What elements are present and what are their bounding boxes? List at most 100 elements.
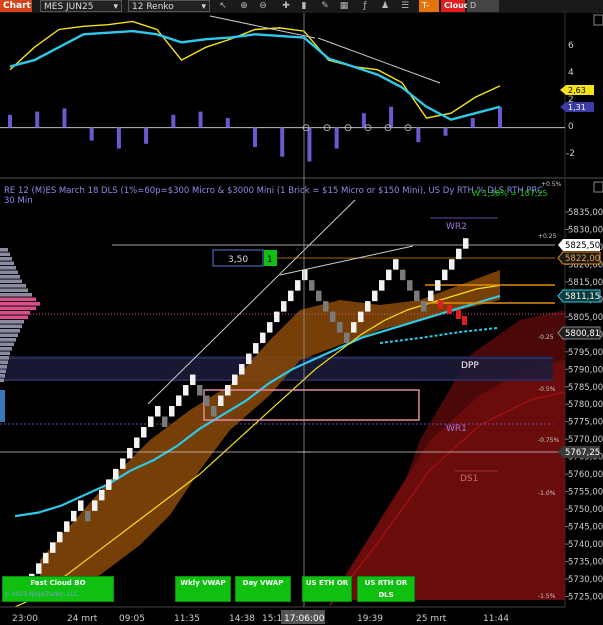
time-label: 14:38 (229, 614, 255, 624)
chart-window: { "toolbar":{ "chart_label":"Chart", "in… (0, 0, 603, 625)
volume-profile-bar (0, 302, 40, 306)
renko-brick (253, 343, 259, 354)
osc-histogram-bar (198, 111, 203, 128)
volume-profile-bar (0, 261, 14, 266)
osc-histogram-bar (416, 127, 421, 143)
time-label: 24 mrt (67, 614, 98, 624)
renko-brick (50, 542, 56, 553)
renko-brick (393, 259, 399, 270)
price-badge-orange-text: 5822,00 (565, 254, 600, 264)
osc-histogram-bar (144, 127, 149, 144)
renko-brick (442, 269, 448, 281)
price-tick-label: 5740,00 (568, 540, 603, 550)
renko-brick (148, 416, 154, 427)
renko-brick (379, 280, 385, 291)
renko-brick (316, 290, 322, 302)
price-tick-label: 5805,00 (568, 313, 603, 323)
osc-tick-0: 0 (568, 122, 574, 132)
volume-profile-bar (0, 275, 20, 279)
volume-profile-bar (0, 248, 8, 252)
renko-brick (64, 521, 70, 532)
osc-histogram-bar (280, 127, 285, 157)
price-tick-label: 5795,00 (568, 348, 603, 358)
volume-profile-bar (0, 257, 12, 261)
day-vwap-button[interactable]: Day VWAP (235, 576, 291, 602)
renko-brick (295, 280, 301, 291)
renko-brick (36, 563, 42, 574)
main-panel-scale-button[interactable] (593, 181, 603, 193)
renko-brick (197, 385, 203, 396)
renko-brick (449, 259, 455, 270)
price-tick-label: 5745,00 (568, 523, 603, 533)
renko-brick (246, 353, 252, 365)
renko-brick-red (447, 305, 452, 314)
osc-tick-neg2: -2 (566, 149, 575, 159)
pct-label-minus1: -1.0% (538, 490, 556, 497)
renko-brick (127, 447, 133, 459)
osc-badge-blue: 1,31 (560, 102, 594, 112)
renko-brick (330, 311, 336, 323)
renko-brick (463, 238, 469, 249)
osc-histogram-bar (171, 114, 176, 128)
volume-profile-bar (0, 342, 14, 347)
pct-label-minus05: -0.5% (538, 386, 556, 393)
cyan-projection (379, 327, 498, 344)
osc-histogram-bar (253, 127, 257, 148)
renko-brick (106, 479, 112, 490)
osc-histogram-bar (116, 127, 121, 149)
price-tick-label: 5780,00 (568, 400, 603, 410)
renko-brick (323, 301, 329, 312)
renko-brick (365, 301, 371, 312)
osc-histogram-bar (470, 118, 475, 128)
renko-brick (386, 269, 392, 281)
osc-histogram-bar (62, 108, 67, 128)
volume-profile-bar (0, 360, 8, 365)
renko-brick (337, 322, 343, 333)
osc-tick-6: 6 (568, 41, 574, 51)
us-rth-or-dls-button[interactable]: US RTH OR DLS (357, 576, 415, 602)
renko-brick (288, 290, 294, 302)
price-tick-label: 5730,00 (568, 575, 603, 585)
renko-brick (162, 416, 168, 427)
volume-profile-bar (0, 266, 16, 270)
price-axis: 5725,00 5730,00 5735,00 5740,00 5745,00 5750,… (565, 208, 603, 603)
chart-svg[interactable]: 6 4 2 0 -2 2,63 1,31 RE 12 (M)ES March 1… (0, 0, 603, 625)
renko-brick (309, 280, 315, 291)
price-badge-orange: 5822,00 (557, 251, 601, 265)
renko-brick (190, 374, 196, 386)
zone-label-ds1: DS1 (460, 474, 478, 484)
osc-tick-4: 4 (568, 68, 574, 78)
volume-profile-bar (0, 288, 28, 293)
zone-label-wr1: WR1 (446, 424, 467, 434)
us-eth-or-button[interactable]: US ETH OR (302, 576, 352, 602)
wkly-vwap-button[interactable]: Wkly VWAP (175, 576, 231, 602)
volume-profile-bar (0, 252, 10, 257)
renko-brick (400, 269, 406, 281)
osc-histogram-bar (389, 106, 394, 128)
volume-profile-bar (0, 351, 10, 356)
pct-label-minus025: -0.25 (538, 334, 554, 341)
renko-brick (421, 301, 427, 312)
volume-profile-bar (0, 347, 12, 351)
volume-profile-bar (0, 324, 22, 329)
renko-brick (92, 500, 98, 511)
renko-brick (99, 489, 105, 501)
renko-brick (155, 405, 161, 417)
osc-histogram-bar (307, 127, 312, 162)
volume-profile-bar (0, 365, 7, 369)
renko-brick (225, 385, 231, 396)
renko-brick-red (438, 300, 443, 309)
renko-brick (260, 332, 266, 344)
price-tick-label: 5835,00 (568, 208, 603, 218)
brick-count-value: 3,50 (228, 255, 248, 265)
osc-histogram-bar (443, 127, 448, 136)
osc-histogram-bar (35, 111, 40, 128)
osc-histogram-bar (361, 113, 366, 128)
price-tick-label: 5755,00 (568, 488, 603, 498)
osc-histogram-bar (8, 114, 12, 128)
fast-cloud-bo-button[interactable]: Fast Cloud BO (2, 576, 114, 602)
renko-brick (302, 269, 308, 281)
renko-brick (183, 385, 189, 396)
renko-brick (57, 531, 63, 543)
pct-label-plus025: +0.25 (538, 233, 557, 240)
